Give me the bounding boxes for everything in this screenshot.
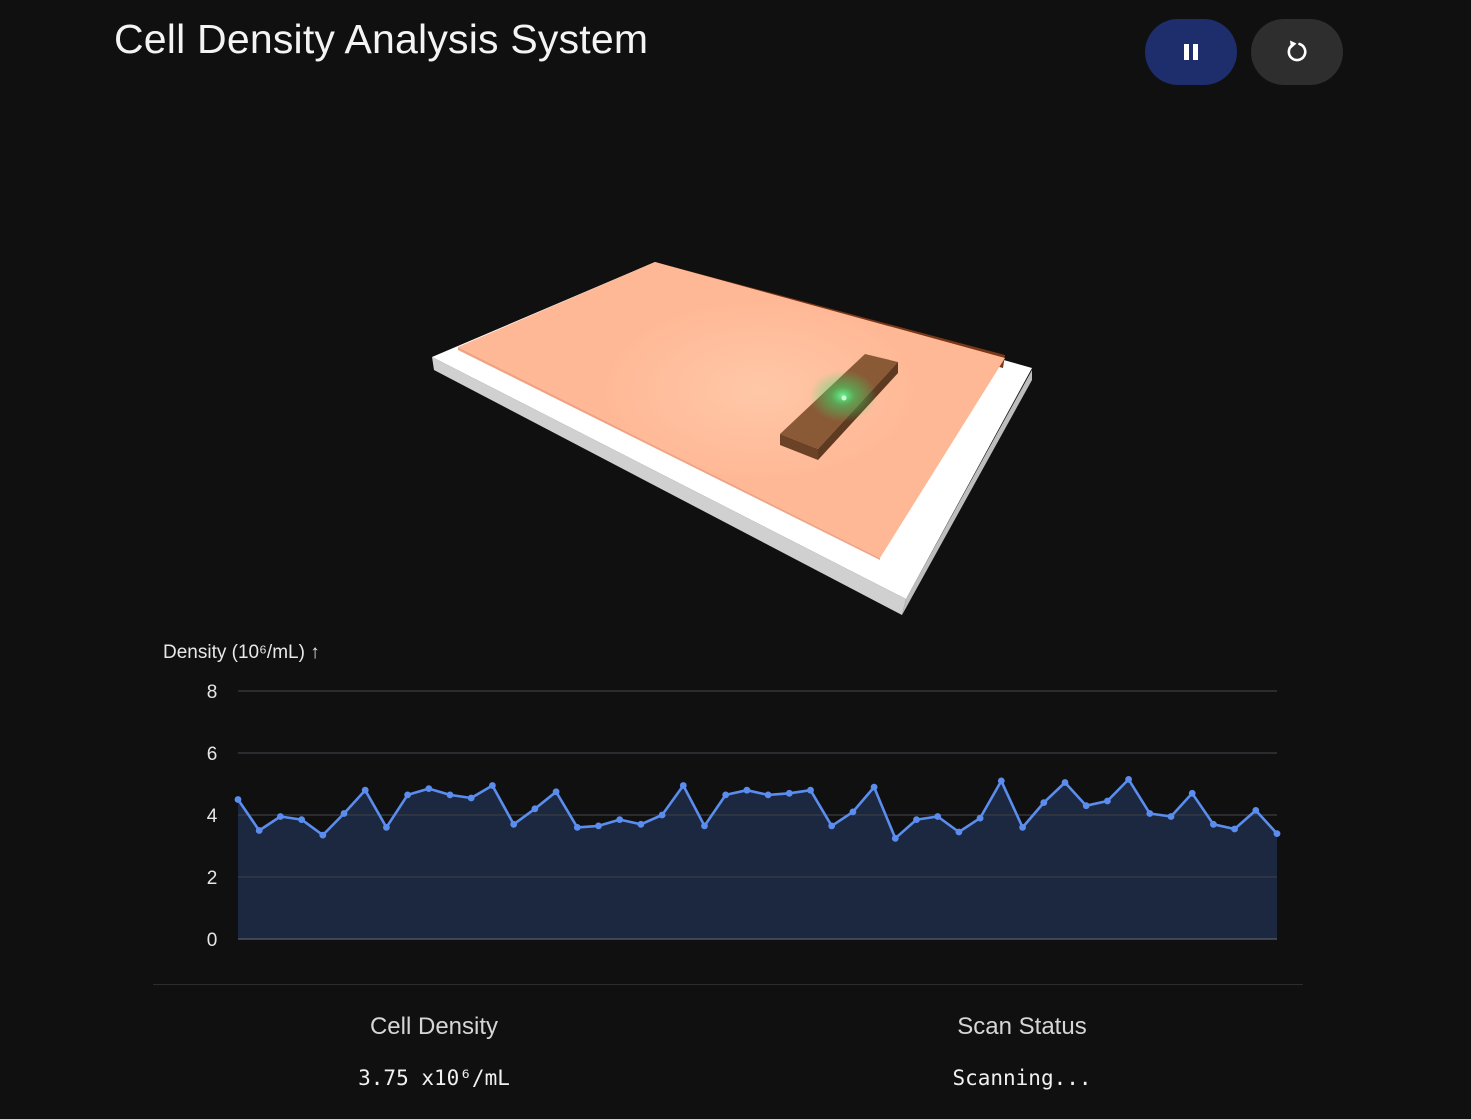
data-point xyxy=(573,824,581,831)
cell-density-value: 3.75 x10⁶/mL xyxy=(358,1066,510,1090)
data-point xyxy=(340,810,348,817)
data-point xyxy=(997,777,1005,785)
data-point xyxy=(361,786,369,794)
data-point xyxy=(785,789,793,797)
data-point xyxy=(298,816,305,823)
y-tick-label: 2 xyxy=(207,868,218,889)
data-point xyxy=(1061,779,1069,786)
data-point xyxy=(1146,810,1154,817)
data-point xyxy=(913,816,920,823)
data-point xyxy=(404,791,411,799)
data-point xyxy=(1104,797,1111,805)
density-area xyxy=(238,779,1277,939)
data-point xyxy=(679,782,687,789)
app-root: Cell Density Analysis System Density (10… xyxy=(0,0,1471,1119)
y-tick-label: 6 xyxy=(207,744,218,765)
data-point xyxy=(531,805,539,813)
data-point xyxy=(870,783,878,791)
data-point xyxy=(552,788,560,796)
data-point xyxy=(701,822,708,830)
data-point xyxy=(743,786,751,794)
divider xyxy=(153,984,1303,985)
data-point xyxy=(807,786,814,794)
data-point xyxy=(234,796,242,803)
data-point xyxy=(446,791,454,799)
data-point xyxy=(955,828,963,836)
y-tick-label: 4 xyxy=(207,806,218,827)
data-point xyxy=(722,791,730,799)
data-point xyxy=(319,831,327,839)
data-point xyxy=(637,820,645,828)
data-point xyxy=(510,820,518,828)
data-point xyxy=(425,785,433,792)
data-point xyxy=(277,813,284,820)
data-point xyxy=(489,782,496,789)
data-point xyxy=(383,824,390,831)
y-tick-label: 0 xyxy=(207,930,218,951)
data-point xyxy=(891,834,899,842)
cell-density-label: Cell Density xyxy=(369,1013,499,1040)
density-chart: 0 2 4 6 8 xyxy=(207,682,1281,951)
data-point xyxy=(1167,813,1175,820)
data-point xyxy=(1188,789,1196,797)
data-point xyxy=(1040,799,1048,806)
data-point xyxy=(1082,802,1090,810)
data-point xyxy=(764,791,772,799)
y-tick-label: 8 xyxy=(207,682,218,703)
data-point xyxy=(255,827,263,834)
data-point xyxy=(849,808,857,816)
data-point xyxy=(467,794,475,802)
data-point xyxy=(976,814,984,822)
data-point xyxy=(828,822,836,830)
data-point xyxy=(658,811,666,819)
data-point xyxy=(1019,824,1026,831)
data-point xyxy=(1125,776,1132,783)
data-point xyxy=(595,822,602,830)
data-point xyxy=(616,816,624,823)
scan-status-label: Scan Status xyxy=(957,1013,1087,1040)
data-point xyxy=(1273,830,1281,837)
data-point xyxy=(1231,825,1238,833)
data-point xyxy=(1210,820,1217,828)
data-point xyxy=(1252,807,1260,814)
scan-status-value: Scanning... xyxy=(952,1066,1092,1090)
data-point xyxy=(934,813,942,820)
